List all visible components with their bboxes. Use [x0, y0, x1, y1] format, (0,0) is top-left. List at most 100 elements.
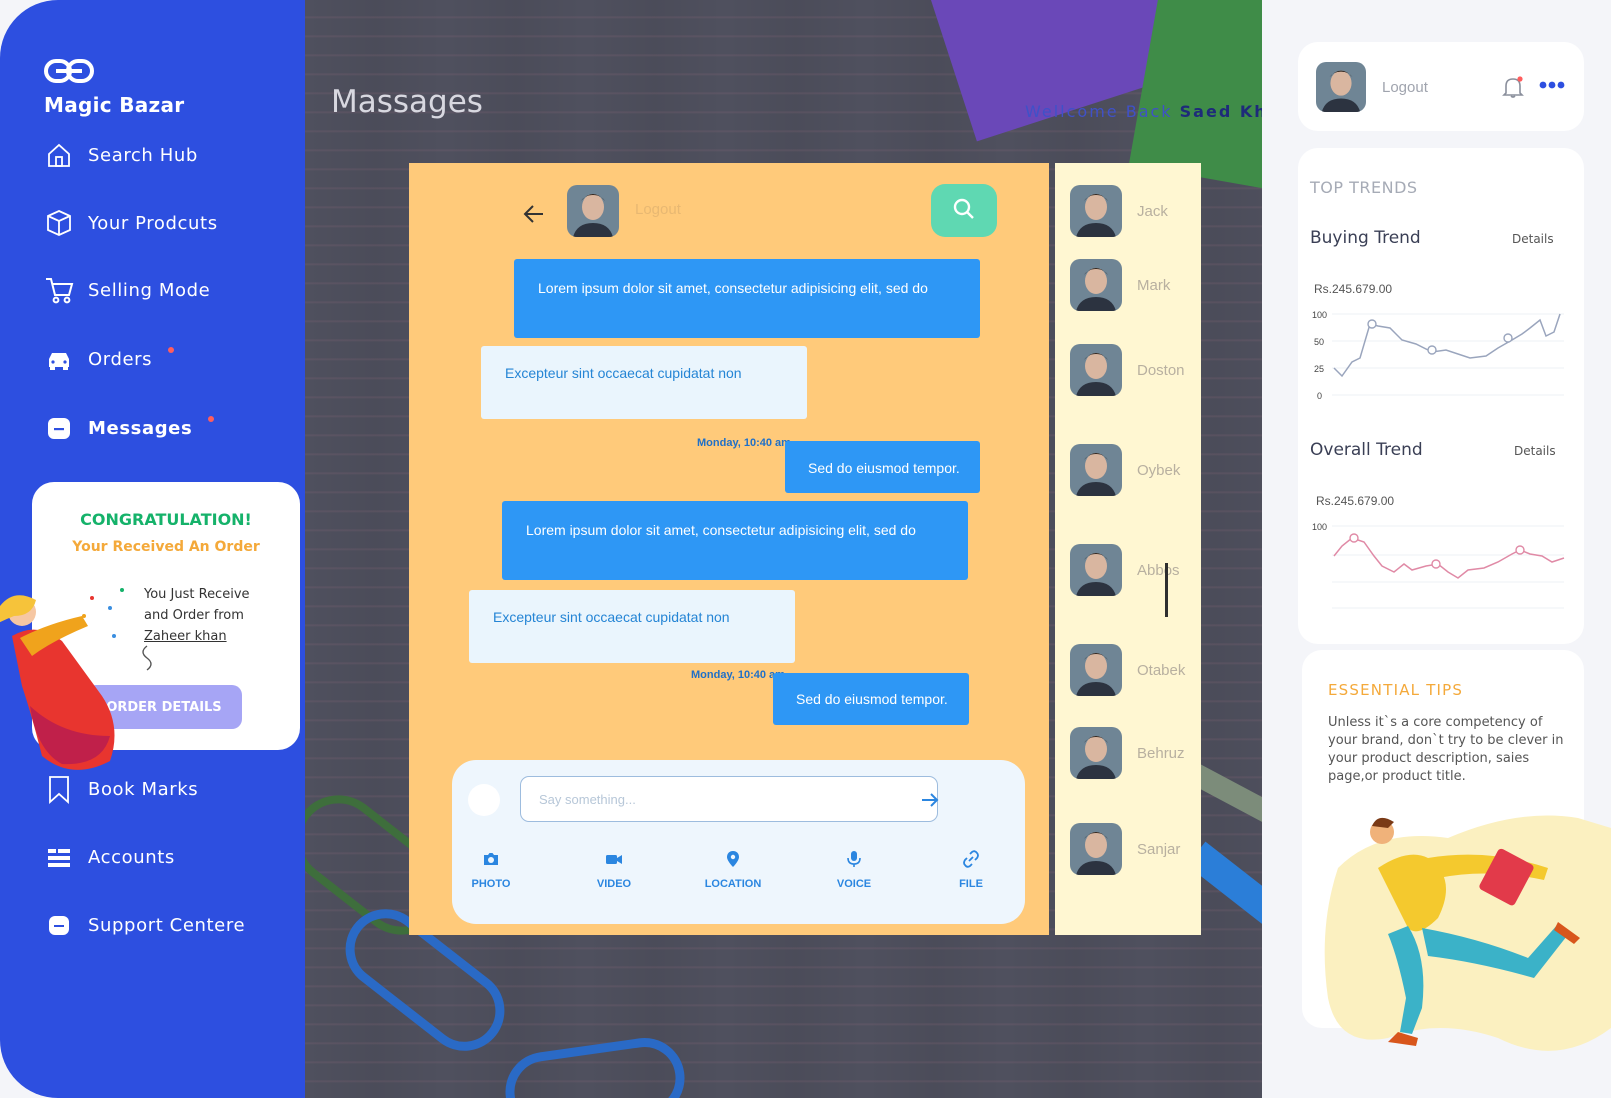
- sidebar-item-search-hub[interactable]: Search Hub: [44, 140, 198, 170]
- message-bubble-incoming[interactable]: Excepteur sint occaecat cupidatat non: [481, 346, 807, 419]
- buying-trend-details-link[interactable]: Details: [1512, 232, 1554, 246]
- logo-mark-icon: [44, 59, 94, 83]
- avatar[interactable]: [567, 185, 619, 237]
- tips-body: Unless it`s a core competency of your br…: [1328, 715, 1564, 784]
- bell-icon[interactable]: [1502, 75, 1524, 99]
- sidebar-item-label: Orders: [88, 348, 153, 370]
- contact-name: Sanjar: [1137, 840, 1181, 858]
- search-icon: [953, 198, 974, 219]
- contact-item[interactable]: Oybek: [1070, 444, 1180, 496]
- contact-name: Jack: [1137, 202, 1168, 220]
- contact-item[interactable]: Abbos: [1070, 544, 1180, 596]
- overall-trend-line: [1333, 537, 1565, 579]
- sidebar: Magic Bazar Search Hub Your Prodcuts Sel…: [0, 0, 305, 1098]
- running-shopper-illustration: [1324, 815, 1611, 1051]
- contact-name: Oybek: [1137, 461, 1181, 479]
- promo-text: You Just Receive and Order from Zaheer k…: [144, 584, 284, 647]
- search-button[interactable]: [931, 184, 997, 237]
- contact-item[interactable]: Jack: [1070, 185, 1168, 237]
- y-tick-label: 0: [1317, 391, 1322, 401]
- message-input[interactable]: [520, 776, 938, 822]
- chat-logout-link[interactable]: Logout: [635, 201, 681, 218]
- attach-voice-button[interactable]: VOICE: [814, 850, 894, 890]
- contact-item[interactable]: Mark: [1070, 259, 1170, 311]
- overall-trend-value: Rs.245.679.00: [1316, 494, 1395, 508]
- avatar: [1070, 444, 1122, 496]
- contact-name: Doston: [1137, 361, 1185, 379]
- promo-text-line: You Just Receive: [144, 587, 250, 602]
- sidebar-item-selling-mode[interactable]: Selling Mode: [44, 275, 210, 305]
- chart-point: [1515, 545, 1525, 555]
- y-tick-label: 100: [1312, 522, 1327, 532]
- overall-trend-title: Overall Trend: [1310, 440, 1423, 460]
- top-trends-card: TOP TRENDS Buying Trend Details Rs.245.6…: [1298, 148, 1584, 644]
- customer-link[interactable]: Zaheer khan: [144, 626, 284, 647]
- box-icon: [47, 210, 71, 236]
- buying-trend-chart: 100 50 25 0: [1312, 310, 1564, 401]
- avatar: [1070, 185, 1122, 237]
- welcome-prefix: Wellcome Back: [1025, 102, 1173, 121]
- buying-trend-title: Buying Trend: [1310, 228, 1421, 248]
- send-arrow-icon[interactable]: [920, 790, 940, 810]
- notification-dot: [208, 416, 215, 422]
- overall-trend-details-link[interactable]: Details: [1514, 444, 1556, 458]
- contact-item[interactable]: Behruz: [1070, 727, 1185, 779]
- brand-logo[interactable]: Magic Bazar: [44, 58, 184, 117]
- bookmark-icon: [49, 776, 69, 804]
- sidebar-item-your-products[interactable]: Your Prodcuts: [44, 208, 218, 238]
- support-icon: [49, 916, 69, 935]
- message-bubble-outgoing[interactable]: Lorem ipsum dolor sit amet, consectetur …: [514, 259, 980, 338]
- contact-item[interactable]: Sanjar: [1070, 823, 1180, 875]
- promo-title: CONGRATULATION!: [80, 510, 252, 529]
- top-trends-heading: TOP TRENDS: [1310, 178, 1418, 197]
- sidebar-item-label: Search Hub: [88, 144, 198, 166]
- attach-video-button[interactable]: VIDEO: [574, 850, 654, 890]
- sidebar-item-messages[interactable]: Messages: [44, 413, 215, 443]
- sidebar-item-label: Accounts: [88, 846, 175, 868]
- y-tick-label: 100: [1312, 310, 1327, 320]
- sidebar-item-accounts[interactable]: Accounts: [44, 842, 175, 872]
- message-bubble-outgoing[interactable]: Sed do eiusmod tempor.: [785, 441, 980, 493]
- profile-card: Logout: [1298, 42, 1584, 131]
- contact-item[interactable]: Doston: [1070, 344, 1185, 396]
- chart-point: [1367, 319, 1377, 329]
- sidebar-item-label: Selling Mode: [88, 279, 211, 301]
- y-tick-label: 25: [1314, 364, 1324, 374]
- accounts-icon: [48, 849, 70, 867]
- message-bubble-outgoing[interactable]: Lorem ipsum dolor sit amet, consectetur …: [502, 501, 968, 580]
- notification-dot: [168, 347, 175, 353]
- y-tick-label: 50: [1314, 337, 1324, 347]
- attach-photo-button[interactable]: PHOTO: [451, 850, 531, 890]
- sidebar-item-label: Support Centere: [88, 914, 246, 936]
- message-timestamp: Monday, 10:40 am: [697, 437, 791, 449]
- sidebar-item-orders[interactable]: Orders: [44, 344, 175, 374]
- message-bubble-outgoing[interactable]: Sed do eiusmod tempor.: [773, 673, 969, 725]
- attach-location-button[interactable]: LOCATION: [693, 850, 773, 890]
- celebration-illustration: [0, 588, 152, 770]
- contact-name: Otabek: [1137, 661, 1186, 679]
- message-bubble-incoming[interactable]: Excepteur sint occaecat cupidatat non: [469, 590, 795, 663]
- brand-name: Magic Bazar: [44, 93, 185, 117]
- attach-file-button[interactable]: FILE: [931, 850, 1011, 890]
- logout-link[interactable]: Logout: [1382, 79, 1428, 96]
- sidebar-item-label: Book Marks: [88, 778, 199, 800]
- location-pin-icon: [727, 851, 739, 867]
- avatar: [1070, 727, 1122, 779]
- avatar[interactable]: [1316, 62, 1366, 112]
- more-options-icon[interactable]: [1538, 75, 1566, 95]
- home-icon: [48, 143, 70, 167]
- sidebar-item-bookmarks[interactable]: Book Marks: [44, 774, 198, 804]
- contact-name: Behruz: [1137, 744, 1185, 762]
- video-icon: [606, 855, 622, 864]
- sidebar-item-support-centere[interactable]: Support Centere: [44, 910, 245, 940]
- attach-label: VIDEO: [596, 878, 632, 890]
- attach-label: VOICE: [836, 878, 872, 890]
- overall-trend-chart: 100: [1312, 522, 1565, 609]
- message-timestamp: Monday, 10:40 am: [691, 669, 785, 681]
- back-arrow-icon[interactable]: [521, 201, 547, 227]
- promo-subtitle: Your Received An Order: [72, 539, 260, 555]
- contact-item[interactable]: Otabek: [1070, 644, 1185, 696]
- attach-label: LOCATION: [704, 878, 762, 890]
- emoji-button[interactable]: [468, 784, 500, 816]
- sidebar-item-label: Messages: [88, 417, 193, 439]
